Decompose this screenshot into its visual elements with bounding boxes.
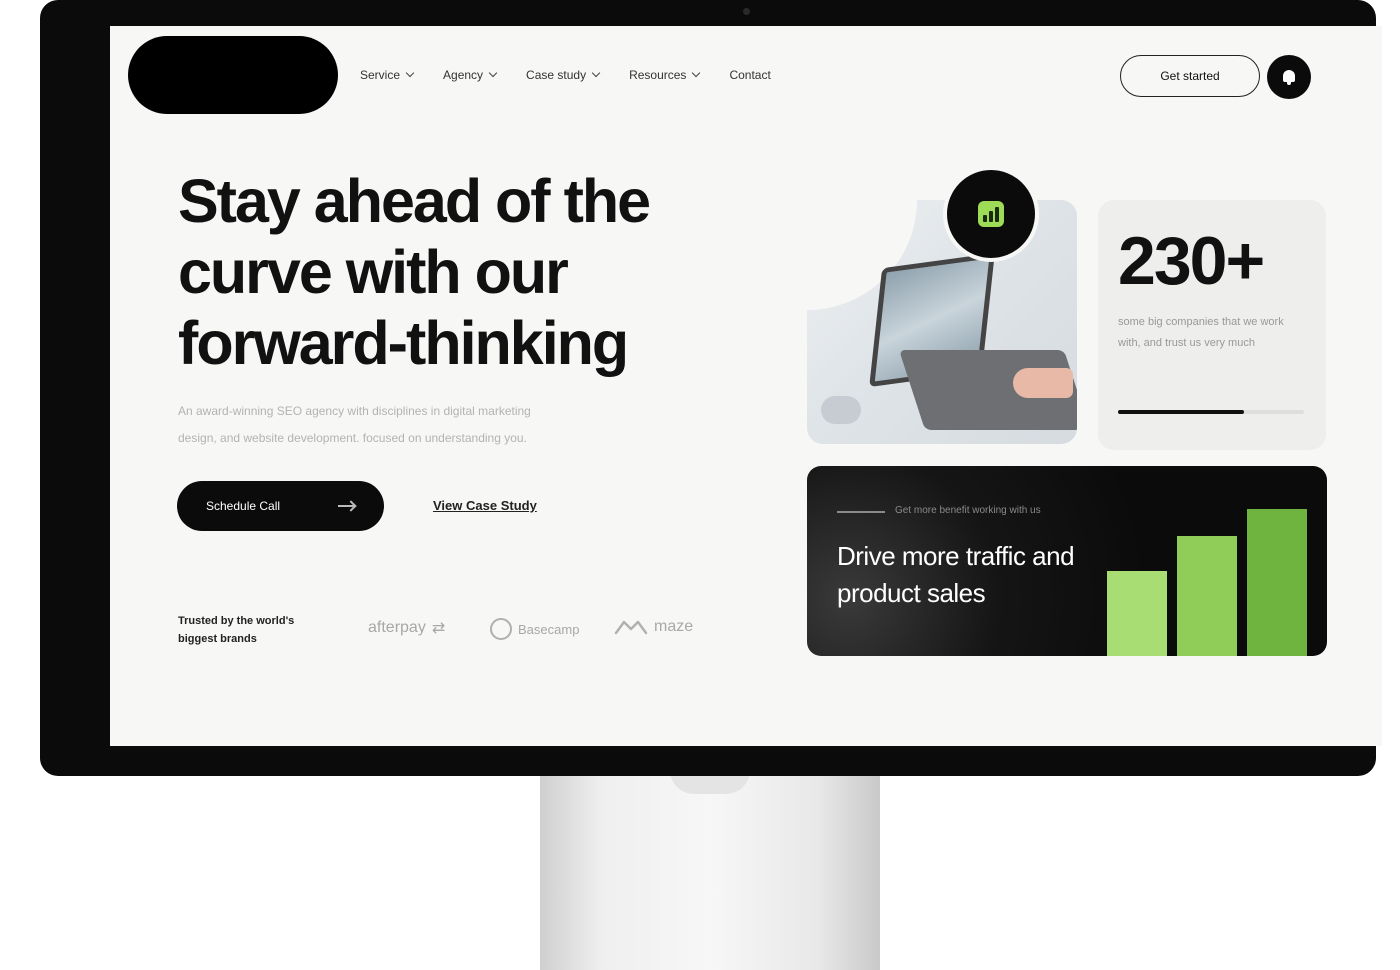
stat-progress-bar <box>1118 410 1304 414</box>
logo-redacted[interactable] <box>128 36 338 114</box>
hero-subtitle-line: An award-winning SEO agency with discipl… <box>178 404 531 418</box>
promo-bar <box>1247 509 1307 656</box>
stat-card: 230+ some big companies that we work wit… <box>1098 200 1326 450</box>
bar-chart-icon <box>978 201 1004 227</box>
schedule-call-button[interactable]: Schedule Call <box>177 481 384 531</box>
analytics-badge <box>943 166 1039 262</box>
trusted-label: Trusted by the world's biggest brands <box>178 615 295 645</box>
basecamp-icon <box>490 618 512 640</box>
nav-item-contact[interactable]: Contact <box>729 68 770 82</box>
nav-item-label: Resources <box>629 68 687 82</box>
camera-dot <box>743 8 750 15</box>
promo-title: Drive more traffic and product sales <box>837 541 1075 608</box>
promo-kicker: Get more benefit working with us <box>895 505 1041 516</box>
hero-title: Stay ahead of the curve with our forward… <box>178 166 738 379</box>
maze-icon <box>614 620 648 635</box>
afterpay-arrows-icon: ⇄ <box>431 620 446 637</box>
nav-item-label: Agency <box>443 68 484 82</box>
main-nav: Service Agency Case study Resources Cont… <box>360 68 771 82</box>
brand-name: Basecamp <box>518 621 580 637</box>
nav-item-label: Contact <box>729 68 771 82</box>
chevron-down-icon <box>488 68 498 78</box>
hero-subtitle: An award-winning SEO agency with discipl… <box>178 398 638 452</box>
schedule-call-label: Schedule Call <box>206 499 281 513</box>
promo-bar <box>1177 536 1237 656</box>
stat-progress-fill <box>1118 410 1245 414</box>
stat-value: 230+ <box>1118 223 1265 299</box>
get-started-button[interactable]: Get started <box>1120 55 1260 97</box>
chevron-down-icon <box>692 68 701 78</box>
promo-card: Get more benefit working with us Drive m… <box>807 466 1327 656</box>
arrow-right-icon <box>338 500 357 512</box>
promo-bars <box>1107 496 1317 656</box>
website-screen: Service Agency Case study Resources Cont… <box>110 26 1382 746</box>
brand-name: maze <box>654 618 694 635</box>
hero-title-line: forward-thinking <box>178 309 629 377</box>
notification-button[interactable] <box>1267 55 1311 99</box>
hero-title-line: Stay ahead of the <box>178 167 651 235</box>
brand-logo-afterpay: afterpay ⇄ <box>368 618 445 638</box>
nav-item-label: Case study <box>526 68 587 82</box>
nav-item-case-study[interactable]: Case study <box>526 68 601 82</box>
brand-name: afterpay <box>368 619 426 636</box>
chevron-down-icon <box>591 68 601 78</box>
monitor-bezel: Service Agency Case study Resources Cont… <box>40 0 1382 776</box>
bell-icon <box>1282 69 1296 85</box>
hero-title-line: curve with our <box>178 238 569 306</box>
brand-logo-basecamp: Basecamp <box>490 618 579 640</box>
monitor-stand <box>540 770 880 970</box>
view-case-study-link[interactable]: View Case Study <box>433 498 537 513</box>
brand-logo-maze: maze <box>614 618 693 636</box>
nav-item-label: Service <box>360 68 401 82</box>
promo-divider <box>837 511 885 513</box>
chevron-down-icon <box>405 68 415 78</box>
laptop-photo <box>807 200 1077 444</box>
nav-item-service[interactable]: Service <box>360 68 415 82</box>
nav-item-agency[interactable]: Agency <box>443 68 498 82</box>
promo-bar <box>1107 571 1167 656</box>
nav-item-resources[interactable]: Resources <box>629 68 701 82</box>
hero-subtitle-line: design, and website development. focused… <box>178 431 527 445</box>
stat-description: some big companies that we work with, an… <box>1118 316 1284 349</box>
